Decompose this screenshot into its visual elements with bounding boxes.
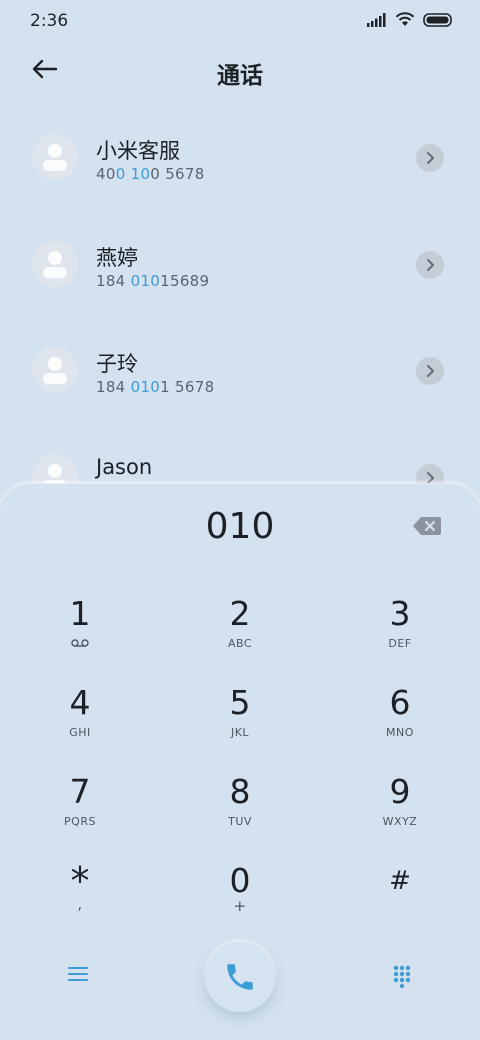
key-digit: 0: [229, 861, 251, 900]
key-letters: DEF: [388, 637, 412, 650]
contact-name: 子玲: [96, 352, 138, 376]
backspace-button[interactable]: [412, 516, 442, 538]
contact-row[interactable]: 小米客服 400 100 5678: [0, 104, 480, 204]
contact-name: Jason: [96, 455, 153, 479]
key-digit: 4: [69, 683, 91, 722]
contact-details-button[interactable]: [416, 251, 444, 279]
key-0[interactable]: 0 +: [180, 861, 300, 941]
contact-number: 184 01015689: [96, 272, 210, 290]
key-letters: WXYZ: [382, 815, 418, 828]
key-digit: 9: [389, 772, 411, 811]
dialed-number: 010: [205, 506, 275, 547]
key-star[interactable]: * ,: [20, 861, 140, 941]
contact-details-button[interactable]: [416, 144, 444, 172]
key-digit: 8: [229, 772, 251, 811]
key-hash[interactable]: #: [340, 861, 460, 941]
contact-number: 400 100 5678: [96, 165, 205, 183]
key-digit: #: [389, 866, 411, 896]
key-letters: +: [233, 897, 247, 915]
key-digit: 7: [69, 772, 91, 811]
key-6[interactable]: 6 MNO: [340, 683, 460, 763]
avatar: [32, 347, 78, 393]
keypad-toggle-button[interactable]: [392, 964, 412, 989]
call-button[interactable]: [205, 942, 275, 1012]
contact-number: 184 0101 5678: [96, 378, 215, 396]
key-letters: ABC: [227, 637, 253, 650]
voicemail-icon: [71, 639, 89, 647]
key-digit: 1: [69, 594, 91, 633]
status-icons: [367, 12, 453, 27]
key-letters: JKL: [230, 726, 250, 739]
chevron-right-icon: [427, 472, 434, 484]
dialpad-icon: [393, 965, 411, 989]
status-bar: 2:36: [0, 0, 480, 40]
key-8[interactable]: 8 TUV: [180, 772, 300, 852]
key-digit: 2: [229, 594, 251, 633]
key-5[interactable]: 5 JKL: [180, 683, 300, 763]
key-digit: 3: [389, 594, 411, 633]
status-time: 2:36: [30, 11, 69, 31]
header: 通话: [0, 40, 480, 100]
chevron-right-icon: [427, 365, 434, 377]
key-4[interactable]: 4 GHI: [20, 683, 140, 763]
backspace-icon: [413, 517, 441, 535]
signal-icon: [367, 12, 386, 27]
dialer-bottom-bar: [0, 942, 480, 1022]
key-letters: MNO: [386, 726, 414, 739]
key-letters: GHI: [69, 726, 91, 739]
key-letters: ,: [77, 895, 83, 913]
key-7[interactable]: 7 PQRS: [20, 772, 140, 852]
key-letters: PQRS: [64, 815, 96, 828]
avatar: [32, 241, 78, 287]
contact-name: 小米客服: [96, 139, 180, 163]
chevron-right-icon: [427, 259, 434, 271]
contact-row[interactable]: 燕婷 184 01015689: [0, 211, 480, 311]
chevron-right-icon: [427, 152, 434, 164]
page-title: 通话: [217, 63, 263, 89]
avatar: [32, 134, 78, 180]
menu-icon: [68, 967, 88, 981]
contact-details-button[interactable]: [416, 357, 444, 385]
key-9[interactable]: 9 WXYZ: [340, 772, 460, 852]
battery-icon: [423, 12, 452, 27]
dialpad-sheet: 010 1 2 ABC 3 DEF 4 GHI 5 JKL 6 MNO 7 PQ…: [0, 484, 480, 1040]
wifi-icon: [395, 12, 415, 26]
key-digit: 6: [389, 683, 411, 722]
contact-name: 燕婷: [96, 246, 138, 270]
key-1[interactable]: 1: [20, 594, 140, 674]
menu-button[interactable]: [66, 964, 90, 984]
key-letters: TUV: [228, 815, 252, 828]
key-2[interactable]: 2 ABC: [180, 594, 300, 674]
phone-icon: [227, 964, 253, 990]
key-digit: 5: [229, 683, 251, 722]
key-3[interactable]: 3 DEF: [340, 594, 460, 674]
contact-row[interactable]: 子玲 184 0101 5678: [0, 317, 480, 417]
